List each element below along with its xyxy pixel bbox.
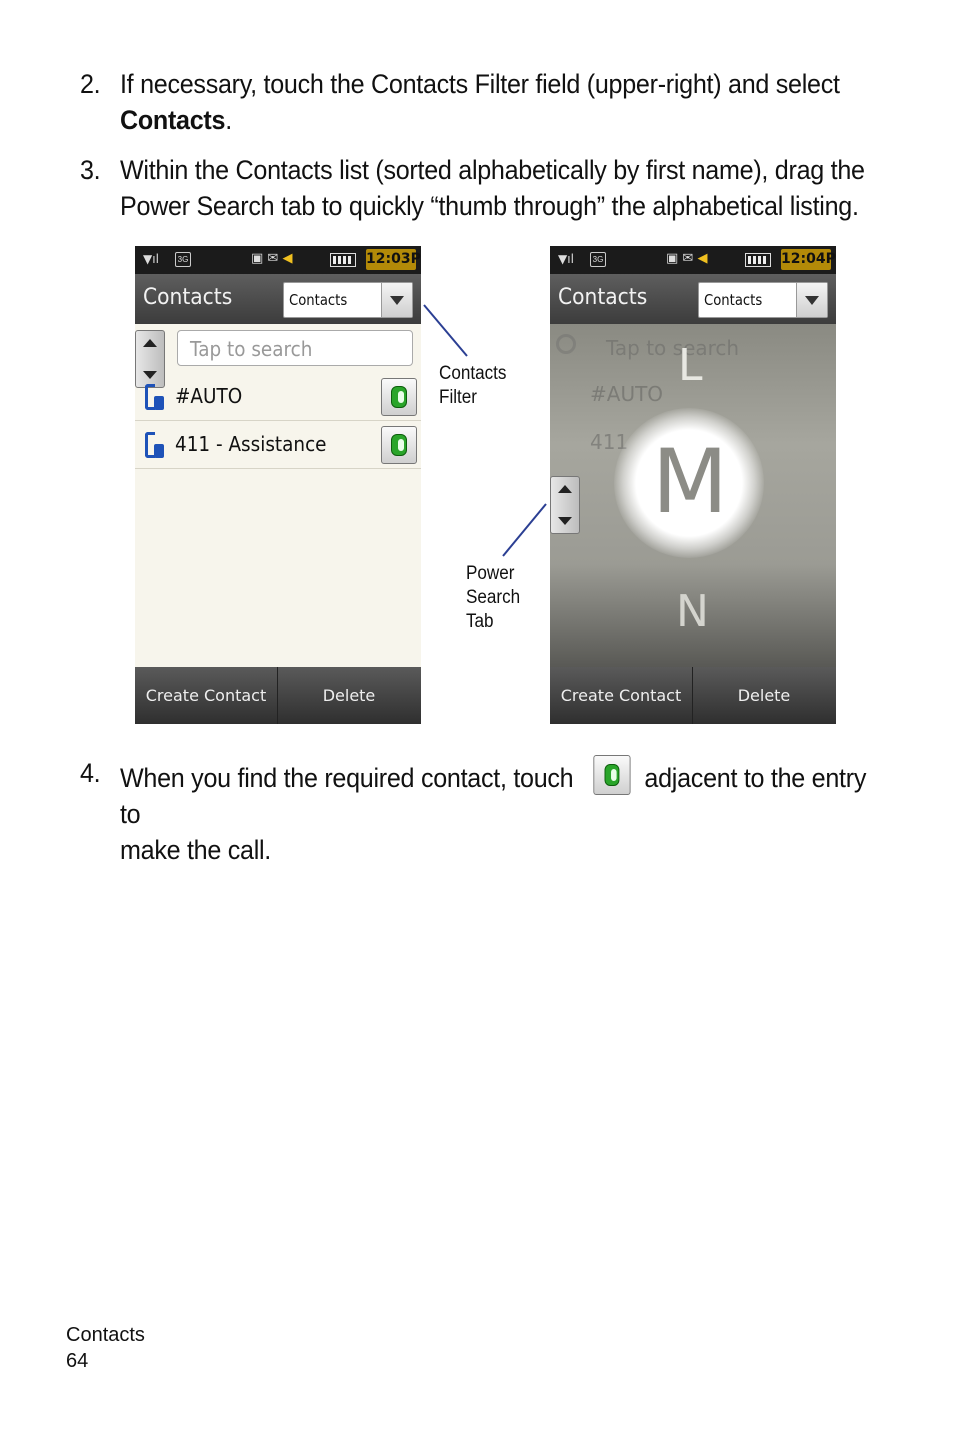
power-search-tab-callout: Power Search Tab: [466, 562, 520, 634]
step-text: Within the Contacts list (sorted alphabe…: [120, 152, 892, 224]
footer-section: Contacts: [66, 1324, 145, 1346]
speaker-icon: ◀: [697, 251, 708, 266]
battery-icon: [330, 253, 356, 267]
phone-handset-icon: [391, 386, 407, 408]
step-number: 3.: [80, 155, 101, 185]
bottom-bar: Create Contact Delete: [550, 667, 836, 724]
arrow-down-icon: [558, 517, 572, 525]
status-bar: ▼ıl 3G ▣ ✉ ◀ 12:04P: [550, 246, 836, 274]
3g-icon: 3G: [175, 252, 191, 267]
step-line: If necessary, touch the Contacts Filter …: [119, 69, 840, 99]
title-bar: Contacts Contacts: [550, 274, 836, 324]
callout-line: Search: [466, 587, 521, 608]
punctuation: .: [225, 105, 232, 135]
title-bar: Contacts Contacts: [135, 274, 421, 324]
bold-term: Contacts: [119, 105, 226, 135]
filter-value: Contacts: [289, 291, 348, 309]
notification-icons: ▣ ✉ ◀: [666, 251, 708, 266]
search-row: Tap to search: [135, 324, 421, 372]
delete-button[interactable]: Delete: [278, 667, 420, 724]
phone-screenshot-right: ▼ıl 3G ▣ ✉ ◀ 12:04P Contacts Contacts Ta…: [550, 246, 836, 724]
create-contact-button[interactable]: Create Contact: [550, 667, 693, 724]
chevron-down-icon[interactable]: [381, 283, 412, 317]
contacts-filter-dropdown[interactable]: Contacts: [698, 282, 828, 318]
callout-line: Power: [466, 563, 515, 584]
delete-button[interactable]: Delete: [693, 667, 835, 724]
contact-name: 411 - Assistance: [175, 432, 327, 456]
contacts-filter-dropdown[interactable]: Contacts: [283, 282, 413, 318]
screen-title: Contacts: [558, 285, 648, 310]
search-placeholder: Tap to search: [606, 336, 740, 360]
contacts-filter-callout: Contacts Filter: [439, 362, 506, 410]
contact-name: #AUTO: [175, 384, 243, 408]
callout-line: Contacts: [439, 363, 507, 384]
create-contact-button[interactable]: Create Contact: [135, 667, 278, 724]
phone-screenshot-left: ▼ıl 3G ▣ ✉ ◀ 12:03P Contacts Contacts Ta…: [135, 246, 421, 724]
callout-line: Tab: [466, 611, 494, 632]
clock: 12:04P: [781, 249, 836, 270]
contact-row[interactable]: 411 - Assistance: [135, 420, 421, 469]
power-search-overlay: Tap to search #AUTO 411 L M N: [550, 324, 836, 667]
phone-handset-icon: [391, 434, 407, 456]
speaker-icon: ◀: [282, 251, 293, 266]
notification-icons: ▣ ✉ ◀: [251, 251, 293, 266]
power-search-tab[interactable]: [550, 476, 580, 534]
signal-icon: ▼ıl: [143, 252, 159, 266]
battery-icon: [745, 253, 771, 267]
contact-row[interactable]: #AUTO: [135, 372, 421, 421]
phone-handset-icon: [604, 764, 620, 786]
call-button[interactable]: [381, 426, 417, 464]
step-line: When you find the required contact, touc…: [120, 755, 892, 832]
callout-line: Filter: [439, 387, 478, 408]
screen-title: Contacts: [143, 285, 233, 310]
phone-contact-icon: [145, 384, 165, 410]
phone-contact-icon: [145, 432, 165, 458]
step-number: 2.: [80, 69, 101, 99]
index-letter: L: [678, 340, 703, 391]
3g-icon: 3G: [590, 252, 606, 267]
search-input[interactable]: Tap to search: [177, 330, 413, 366]
call-button[interactable]: [381, 378, 417, 416]
status-bar: ▼ıl 3G ▣ ✉ ◀ 12:03P: [135, 246, 421, 274]
step-line: Within the Contacts list (sorted alphabe…: [119, 155, 865, 185]
chevron-down-icon[interactable]: [796, 283, 827, 317]
index-letter: N: [676, 586, 709, 637]
step-text: When you find the required contact, touc…: [120, 755, 892, 868]
clock: 12:03P: [366, 249, 421, 270]
contacts-filter-leader: [423, 304, 468, 357]
step-line: Contacts.: [120, 102, 892, 138]
search-icon: [556, 334, 576, 354]
step-line: make the call.: [119, 835, 271, 865]
step-line: Power Search tab to quickly “thumb throu…: [119, 191, 859, 221]
inline-call-icon: [593, 755, 631, 795]
arrow-up-icon: [558, 485, 572, 493]
index-letter-current: M: [652, 430, 728, 533]
signal-icon: ▼ıl: [558, 252, 574, 266]
bottom-bar: Create Contact Delete: [135, 667, 421, 724]
footer-page-number: 64: [66, 1350, 89, 1372]
power-search-leader: [502, 503, 547, 557]
filter-value: Contacts: [704, 291, 763, 309]
step-text: If necessary, touch the Contacts Filter …: [120, 66, 892, 138]
search-placeholder: Tap to search: [190, 337, 313, 361]
step-text-before-icon: When you find the required contact, touc…: [119, 763, 574, 793]
contact-name: #AUTO: [590, 382, 664, 406]
step-number: 4.: [80, 758, 101, 788]
arrow-up-icon: [143, 339, 157, 347]
